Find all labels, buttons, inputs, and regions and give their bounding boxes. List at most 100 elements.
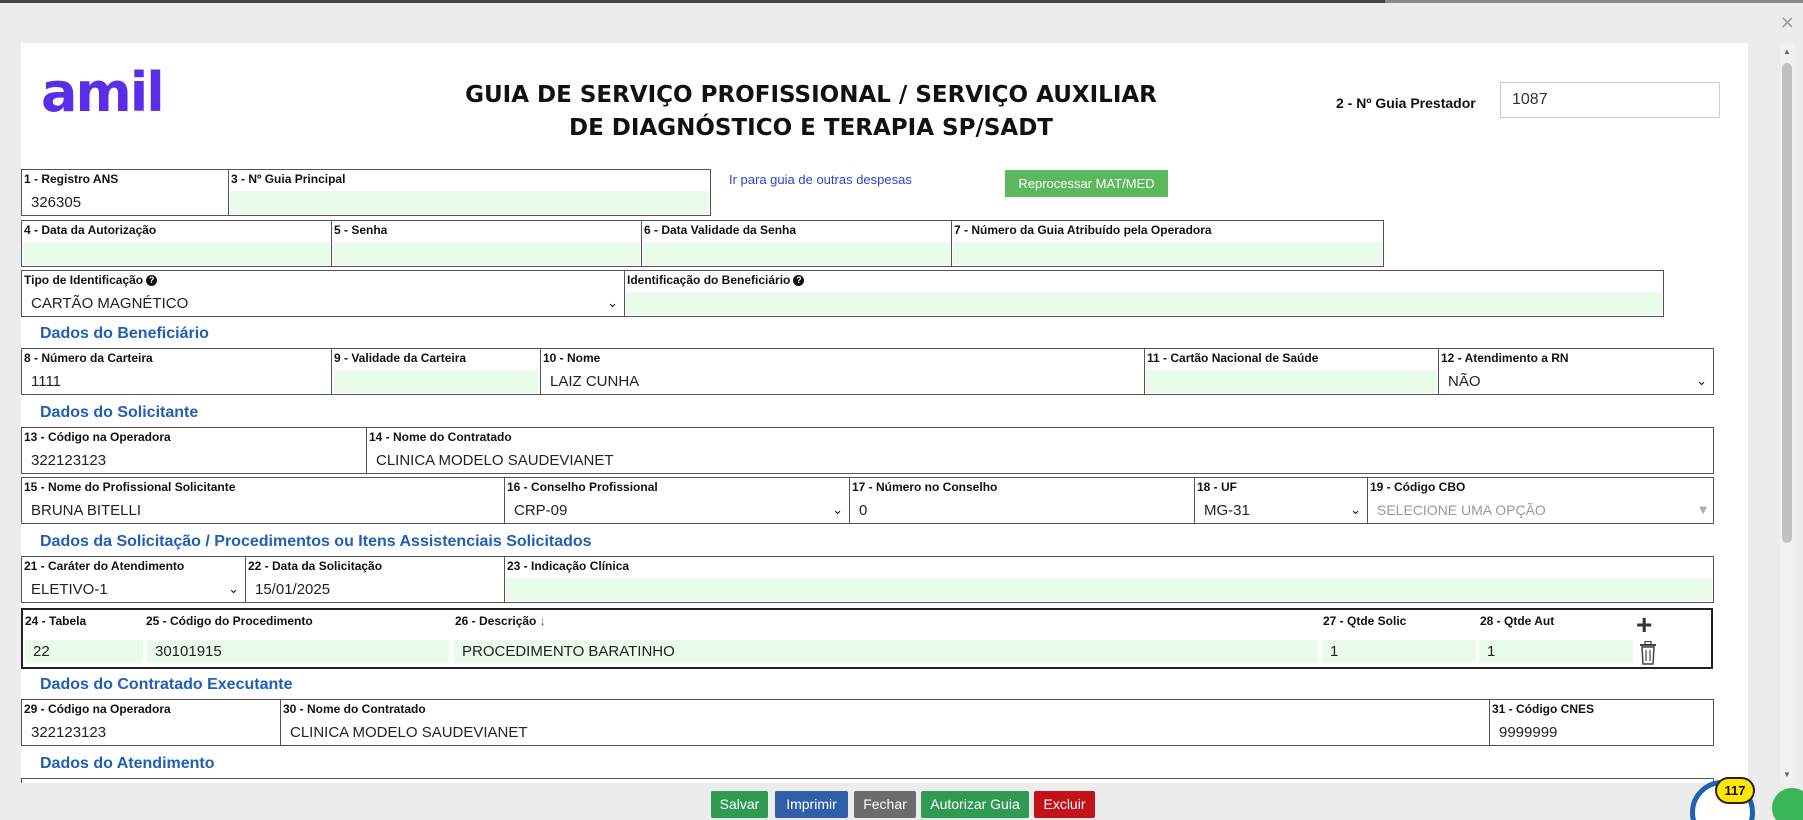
sadt-form-modal: amil GUIA DE SERVIÇO PROFISSIONAL / SERV…: [21, 43, 1748, 783]
data-autorizacao-field[interactable]: 4 - Data da Autorização: [21, 220, 332, 267]
help-icon[interactable]: ?: [146, 275, 158, 286]
data-autorizacao-input[interactable]: [23, 242, 330, 265]
uf-label: 18 - UF: [1197, 480, 1238, 494]
qtde-aut-input[interactable]: 1: [1479, 640, 1633, 663]
numero-conselho-field[interactable]: 17 - Número no Conselho 0: [849, 477, 1195, 524]
cartao-nacional-input[interactable]: [1146, 370, 1437, 393]
nome-contratado-solicitante-field[interactable]: 14 - Nome do Contratado CLINICA MODELO S…: [366, 427, 1714, 474]
salvar-button[interactable]: Salvar: [711, 791, 768, 818]
sort-down-icon[interactable]: ↓: [540, 614, 546, 628]
chevron-down-icon[interactable]: ⌄: [607, 296, 618, 311]
scrollbar[interactable]: ▲ ▼: [1780, 43, 1794, 783]
procedimentos-table: 24 - Tabela 25 - Código do Procedimento …: [21, 608, 1713, 669]
link-outras-despesas[interactable]: Ir para guia de outras despesas: [729, 172, 912, 187]
indicacao-clinica-label: 23 - Indicação Clínica: [507, 559, 630, 573]
qtde-aut-header: 28 - Qtde Aut: [1480, 614, 1555, 628]
senha-field[interactable]: 5 - Senha: [331, 220, 642, 267]
codigo-cbo-select[interactable]: 19 - Código CBO SELECIONE UMA OPÇÃO ▼: [1367, 477, 1714, 524]
help-icon[interactable]: ?: [793, 275, 805, 286]
codigo-procedimento-input[interactable]: 30101915: [147, 640, 449, 663]
identificacao-beneficiario-field[interactable]: Identificação do Beneficiário?: [624, 270, 1664, 317]
numero-guia-operadora-field[interactable]: 7 - Número da Guia Atribuído pela Operad…: [951, 220, 1384, 267]
identificacao-beneficiario-label-text: Identificação do Beneficiário: [627, 273, 791, 287]
nome-value: LAIZ CUNHA: [542, 370, 1143, 393]
chevron-down-icon[interactable]: ⌄: [1696, 374, 1707, 389]
numero-conselho-label: 17 - Número no Conselho: [852, 480, 998, 494]
validade-carteira-field[interactable]: 9 - Validade da Carteira: [331, 348, 541, 395]
section-executante: Dados do Contratado Executante: [40, 676, 293, 693]
chevron-down-icon[interactable]: ⌄: [1350, 503, 1361, 518]
conselho-profissional-select[interactable]: 16 - Conselho Profissional CRP-09 ⌄: [504, 477, 850, 524]
registro-ans-field[interactable]: 1 - Registro ANS 326305: [21, 169, 229, 216]
codigo-cbo-placeholder: SELECIONE UMA OPÇÃO: [1369, 499, 1712, 522]
nome-contratado-executante-field[interactable]: 30 - Nome do Contratado CLINICA MODELO S…: [280, 699, 1490, 746]
data-solicitacao-value: 15/01/2025: [247, 578, 503, 601]
identificacao-beneficiario-input[interactable]: [626, 292, 1662, 315]
trash-icon[interactable]: [1639, 641, 1657, 665]
codigo-operadora-solicitante-field[interactable]: 13 - Código na Operadora 322123123: [21, 427, 367, 474]
codigo-operadora-executante-field[interactable]: 29 - Código na Operadora 322123123: [21, 699, 281, 746]
guia-principal-input[interactable]: [230, 191, 709, 214]
window-top-bar-segment: [1385, 0, 1803, 3]
tipo-identificacao-label: Tipo de Identificação?: [24, 273, 158, 287]
imprimir-button[interactable]: Imprimir: [775, 791, 848, 818]
data-autorizacao-label: 4 - Data da Autorização: [24, 223, 157, 237]
add-row-icon[interactable]: +: [1636, 611, 1652, 639]
conselho-profissional-value: CRP-09: [506, 499, 848, 522]
autorizar-guia-button[interactable]: Autorizar Guia: [921, 791, 1029, 818]
nome-contratado-label: 30 - Nome do Contratado: [283, 702, 426, 716]
indicacao-clinica-field[interactable]: 23 - Indicação Clínica: [504, 556, 1714, 603]
codigo-procedimento-header: 25 - Código do Procedimento: [146, 614, 313, 628]
cartao-nacional-field[interactable]: 11 - Cartão Nacional de Saúde: [1144, 348, 1439, 395]
data-validade-senha-field[interactable]: 6 - Data Validade da Senha: [641, 220, 952, 267]
qtde-solic-header: 27 - Qtde Solic: [1323, 614, 1407, 628]
nome-contratado-value: CLINICA MODELO SAUDEVIANET: [368, 449, 1712, 472]
carater-atendimento-select[interactable]: 21 - Caráter do Atendimento ELETIVO-1 ⌄: [21, 556, 246, 603]
numero-carteira-value: 1111: [23, 370, 330, 393]
fechar-button[interactable]: Fechar: [854, 791, 916, 818]
guia-principal-field[interactable]: 3 - Nº Guia Principal: [228, 169, 711, 216]
numero-guia-operadora-input[interactable]: [953, 242, 1382, 265]
qtde-solic-input[interactable]: 1: [1322, 640, 1476, 663]
excluir-button[interactable]: Excluir: [1034, 791, 1095, 818]
validade-carteira-input[interactable]: [333, 370, 539, 393]
uf-value: MG-31: [1196, 499, 1366, 522]
indicacao-clinica-input[interactable]: [506, 578, 1712, 601]
atendimento-rn-select[interactable]: 12 - Atendimento a RN NÃO ⌄: [1438, 348, 1714, 395]
numero-carteira-field[interactable]: 8 - Número da Carteira 1111: [21, 348, 332, 395]
amil-logo: amil: [41, 61, 165, 124]
registro-ans-value: 326305: [23, 191, 227, 214]
uf-select[interactable]: 18 - UF MG-31 ⌄: [1194, 477, 1368, 524]
scrollbar-thumb[interactable]: [1782, 63, 1792, 543]
notification-badge[interactable]: 117: [1715, 777, 1755, 804]
data-validade-senha-input[interactable]: [643, 242, 950, 265]
nome-profissional-field[interactable]: 15 - Nome do Profissional Solicitante BR…: [21, 477, 505, 524]
codigo-cnes-value: 9999999: [1491, 721, 1712, 744]
guia-prestador-input[interactable]: 1087: [1500, 82, 1720, 118]
tabela-input[interactable]: 22: [25, 640, 143, 663]
data-solicitacao-field[interactable]: 22 - Data da Solicitação 15/01/2025: [245, 556, 505, 603]
senha-input[interactable]: [333, 242, 640, 265]
numero-guia-operadora-label: 7 - Número da Guia Atribuído pela Operad…: [954, 223, 1212, 237]
nome-field[interactable]: 10 - Nome LAIZ CUNHA: [540, 348, 1145, 395]
descricao-input[interactable]: PROCEDIMENTO BARATINHO: [454, 640, 1318, 663]
section-atendimento: Dados do Atendimento: [40, 755, 215, 772]
descricao-header[interactable]: 26 - Descrição ↓: [455, 614, 546, 628]
page-title: GUIA DE SERVIÇO PROFISSIONAL / SERVIÇO A…: [441, 79, 1181, 145]
reprocessar-button[interactable]: Reprocessar MAT/MED: [1005, 170, 1168, 197]
codigo-cbo-label: 19 - Código CBO: [1370, 480, 1466, 494]
section-solicitante: Dados do Solicitante: [40, 404, 199, 421]
codigo-operadora-label: 13 - Código na Operadora: [24, 430, 171, 444]
atendimento-rn-label: 12 - Atendimento a RN: [1441, 351, 1569, 365]
tipo-identificacao-select[interactable]: Tipo de Identificação? CARTÃO MAGNÉTICO …: [21, 270, 625, 317]
scroll-down-icon[interactable]: ▼: [1783, 770, 1791, 779]
codigo-cnes-field[interactable]: 31 - Código CNES 9999999: [1489, 699, 1714, 746]
scroll-up-icon[interactable]: ▲: [1783, 47, 1791, 56]
guia-prestador-label: 2 - Nº Guia Prestador: [1336, 95, 1476, 111]
chevron-down-icon[interactable]: ⌄: [228, 582, 239, 597]
caret-down-icon[interactable]: ▼: [1699, 505, 1707, 516]
chevron-down-icon[interactable]: ⌄: [832, 503, 843, 518]
close-icon[interactable]: ×: [1780, 12, 1795, 33]
section-solicitacao: Dados da Solicitação / Procedimentos ou …: [40, 533, 592, 550]
atendimento-rn-value: NÃO: [1440, 370, 1712, 393]
